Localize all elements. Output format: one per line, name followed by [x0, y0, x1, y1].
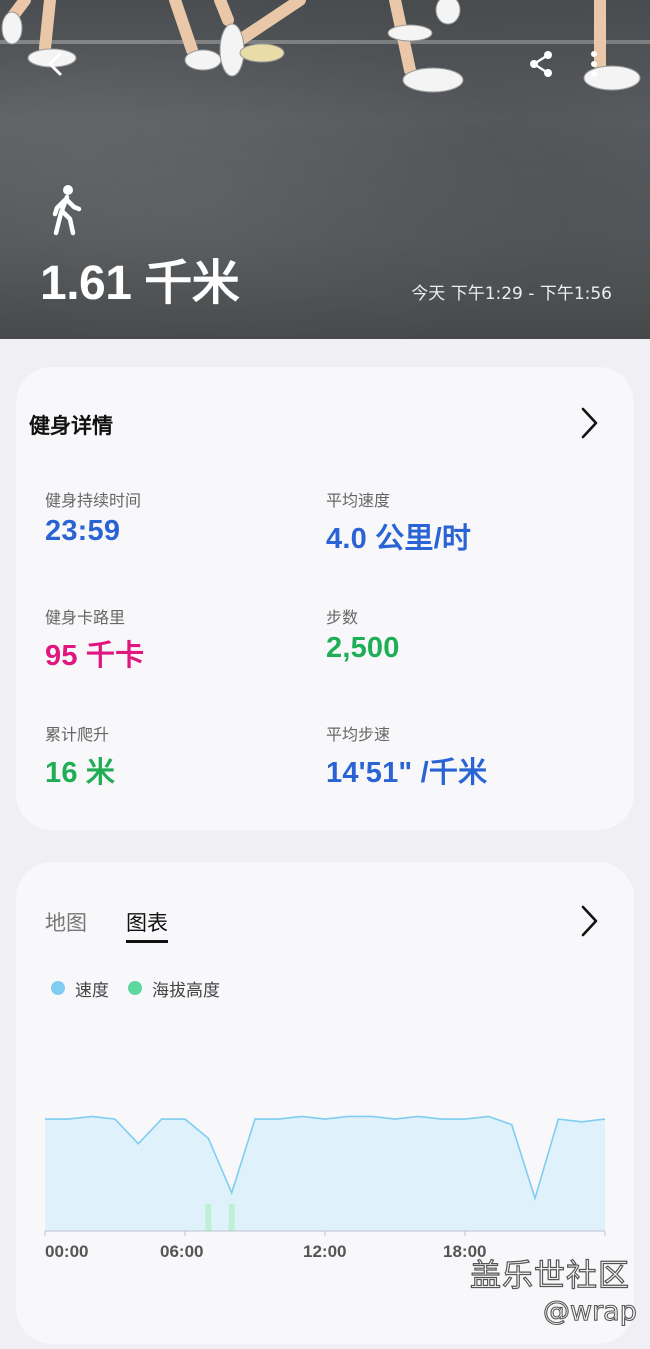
- speed-altitude-chart: [44, 1115, 606, 1236]
- chevron-right-icon[interactable]: [578, 406, 600, 440]
- tab-map[interactable]: 地图: [45, 908, 87, 938]
- share-icon[interactable]: [525, 48, 557, 80]
- duration-value: 23:59: [45, 515, 121, 547]
- avg-speed-value: 4.0 公里/时: [326, 523, 472, 555]
- speed-legend-label: 速度: [75, 981, 109, 1001]
- chevron-right-icon[interactable]: [578, 904, 600, 938]
- avg-speed-label: 平均速度: [326, 491, 391, 510]
- altitude-legend-label: 海拔高度: [152, 981, 220, 1001]
- back-arrow-icon[interactable]: [40, 48, 72, 80]
- tab-chart[interactable]: 图表: [126, 908, 168, 943]
- speed-legend-dot: [51, 981, 65, 995]
- climb-label: 累计爬升: [45, 725, 110, 744]
- watermark-user: @wrap: [542, 1295, 637, 1327]
- activity-time-range: 今天 下午1:29 - 下午1:56: [411, 284, 612, 304]
- calories-label: 健身卡路里: [45, 608, 126, 627]
- walking-person-icon: [52, 185, 82, 236]
- more-options-icon[interactable]: [578, 48, 610, 80]
- altitude-bar: [205, 1203, 212, 1231]
- distance-value: 1.61 千米: [40, 257, 240, 310]
- watermark-community: 盖乐世社区: [469, 1257, 630, 1294]
- workout-details-title: 健身详情: [29, 414, 113, 438]
- avg-pace-label: 平均步速: [326, 725, 391, 744]
- hero-banner: 1.61 千米 今天 下午1:29 - 下午1:56: [0, 0, 650, 339]
- avg-pace-value: 14'51" /千米: [326, 757, 488, 789]
- steps-value: 2,500: [326, 632, 400, 664]
- x-tick-label: 12:00: [303, 1242, 347, 1261]
- x-tick-label: 06:00: [160, 1242, 204, 1261]
- x-tick-label: 00:00: [45, 1242, 89, 1261]
- steps-label: 步数: [326, 608, 359, 627]
- duration-label: 健身持续时间: [45, 491, 142, 510]
- climb-value: 16 米: [45, 757, 116, 789]
- altitude-bar: [228, 1203, 235, 1231]
- calories-value: 95 千卡: [45, 640, 145, 672]
- altitude-legend-dot: [128, 981, 142, 995]
